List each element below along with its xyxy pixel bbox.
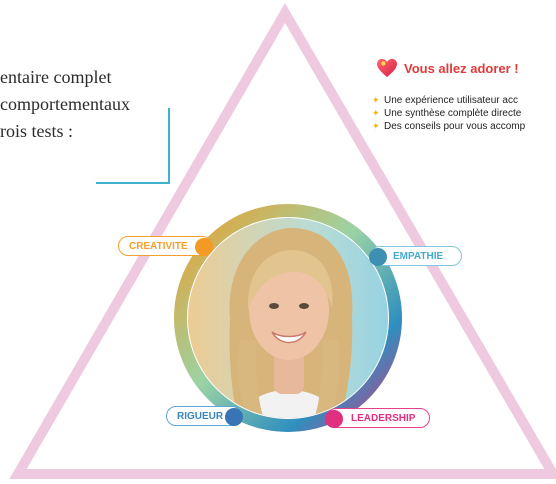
trait-badge-leadership: LEADERSHIP	[325, 408, 430, 428]
intro-line-3: rois tests :	[0, 121, 74, 141]
intro-text: entaire complet comportementaux rois tes…	[0, 64, 200, 145]
list-item: ✦ Une expérience utilisateur acc	[372, 94, 556, 107]
trait-dot	[225, 408, 243, 426]
list-item: ✦ Une synthèse complète directe	[372, 107, 556, 120]
trait-dot	[195, 238, 213, 256]
trait-badge-rigueur: RIGUEUR	[166, 406, 243, 426]
benefits-header: Vous allez adorer !	[376, 58, 556, 78]
intro-line-2: comportementaux	[0, 94, 130, 114]
sparkle-icon: ✦	[372, 95, 380, 105]
trait-badge-empathie: EMPATHIE	[369, 246, 462, 266]
intro-accent-line-horizontal	[96, 182, 170, 184]
benefits-list: ✦ Une expérience utilisateur acc ✦ Une s…	[372, 94, 556, 133]
trait-label: RIGUEUR	[177, 410, 224, 422]
trait-dot	[369, 248, 387, 266]
benefit-text: Une expérience utilisateur acc	[384, 95, 518, 106]
benefit-text: Une synthèse complète directe	[384, 108, 522, 119]
benefits-title: Vous allez adorer !	[404, 60, 519, 76]
trait-label: CREATIVITE	[129, 240, 188, 252]
trait-label: LEADERSHIP	[351, 412, 416, 424]
intro-line-1: entaire complet	[0, 67, 112, 87]
heart-icon	[377, 58, 397, 78]
sparkle-icon: ✦	[372, 121, 380, 131]
sparkle-icon: ✦	[372, 108, 380, 118]
intro-accent-line-vertical	[168, 108, 170, 184]
benefit-text: Des conseils pour vous accomp	[384, 121, 526, 132]
portrait-avatar	[174, 204, 402, 432]
hero-section: entaire complet comportementaux rois tes…	[0, 0, 556, 484]
trait-dot	[325, 410, 343, 428]
benefits-panel: Vous allez adorer ! ✦ Une expérience uti…	[372, 58, 556, 133]
list-item: ✦ Des conseils pour vous accomp	[372, 120, 556, 133]
trait-label: EMPATHIE	[393, 250, 444, 262]
trait-badge-creativite: CREATIVITE	[118, 236, 213, 256]
